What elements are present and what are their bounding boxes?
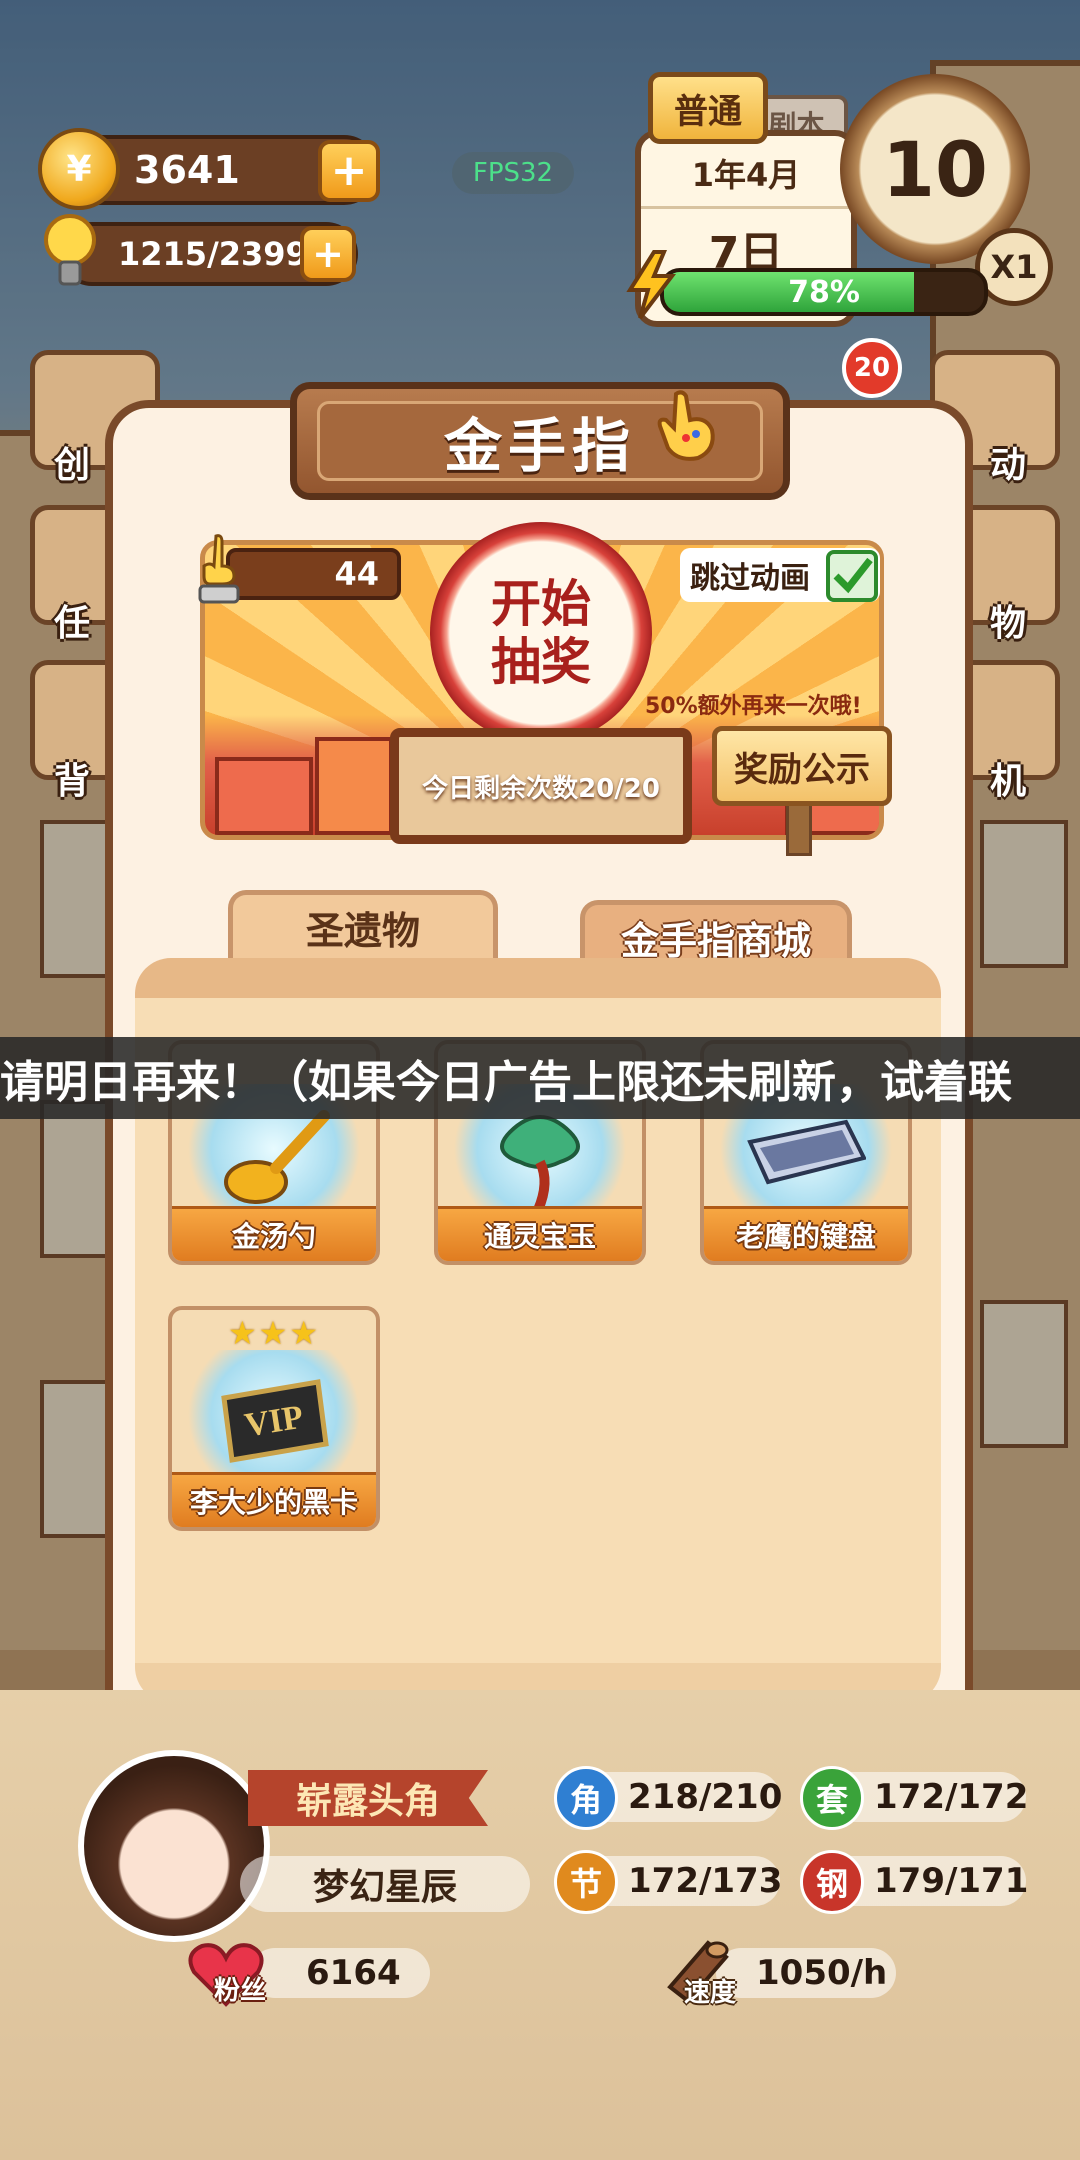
- notification-badge: 20: [842, 338, 902, 398]
- golden-finger-icon: [657, 390, 715, 461]
- stamina-percent: 78%: [788, 274, 860, 310]
- vip-card-icon: VIP: [221, 1379, 329, 1463]
- coin-symbol: ¥: [66, 148, 92, 190]
- plus-icon: +: [312, 232, 344, 276]
- bonus-note: 50%额外再来一次哦!: [645, 694, 862, 719]
- stat-value: 218/210: [628, 1777, 783, 1817]
- avatar[interactable]: [78, 1750, 270, 1942]
- stat-value: 172/173: [628, 1861, 783, 1901]
- fps-indicator: FPS32: [452, 152, 574, 194]
- coin-icon: ¥: [38, 128, 120, 210]
- item-name: 李大少的黑卡: [172, 1472, 376, 1527]
- rarity-stars: ★★★: [227, 1314, 321, 1352]
- mode-tag[interactable]: 普通: [648, 72, 768, 144]
- draw-ticket-count: 44: [226, 548, 401, 600]
- set-icon: 套: [800, 1766, 864, 1830]
- remaining-draws: 今日剩余次数20/20: [422, 773, 660, 804]
- stat-script: 钢 179/171: [800, 1850, 1029, 1914]
- stat-value: 179/171: [874, 1861, 1029, 1901]
- add-coins-button[interactable]: +: [318, 140, 380, 202]
- sign-post: [786, 800, 812, 856]
- fans-counter: 6164: [250, 1948, 430, 1998]
- stamina-bar: 78%: [660, 268, 988, 316]
- clock-value: 10: [882, 124, 988, 214]
- reward-list-button[interactable]: 奖励公示: [712, 726, 892, 806]
- skip-animation-label: 跳过动画: [690, 561, 810, 596]
- relic-item-vip-card[interactable]: ★★★ VIP 李大少的黑卡: [168, 1306, 380, 1531]
- script-icon: 钢: [800, 1850, 864, 1914]
- calendar-year-month: 1年4月: [691, 156, 801, 194]
- side-label-tasks: 任: [54, 603, 91, 644]
- rhythm-icon: 节: [554, 1850, 618, 1914]
- toast-message: 请明日再来！（如果今日广告上限还未刷新，试着联: [0, 1037, 1080, 1119]
- start-draw-button[interactable]: 开始 抽奖: [430, 522, 652, 744]
- speed-counter: 1050/h: [716, 1948, 896, 1998]
- stat-rhythm: 节 172/173: [554, 1850, 783, 1914]
- lightbulb-icon: [44, 214, 96, 286]
- add-energy-button[interactable]: +: [300, 226, 356, 282]
- start-draw-line2: 抽奖: [491, 633, 591, 691]
- item-name: 通灵宝玉: [438, 1206, 642, 1261]
- coin-value: 3641: [134, 148, 240, 192]
- player-name: 梦幻星辰: [240, 1856, 530, 1912]
- tab-relics[interactable]: 圣遗物: [228, 890, 498, 960]
- item-name: 金汤勺: [172, 1206, 376, 1261]
- stat-acting: 角 218/210: [554, 1766, 783, 1830]
- stat-set: 套 172/172: [800, 1766, 1029, 1830]
- rank-banner: 崭露头角: [248, 1770, 488, 1826]
- side-label-shop: 物: [990, 603, 1027, 644]
- gift-box: [315, 737, 393, 835]
- side-label-activity: 动: [990, 445, 1027, 486]
- fans-label: 粉丝: [214, 1976, 267, 2006]
- lightning-icon: [626, 250, 677, 320]
- stat-value: 172/172: [874, 1777, 1029, 1817]
- side-label-phone: 机: [990, 761, 1027, 802]
- side-label-bag: 背: [54, 761, 91, 802]
- energy-value: 1215/2399: [118, 235, 308, 273]
- acting-icon: 角: [554, 1766, 618, 1830]
- fans-value: 6164: [306, 1953, 401, 1993]
- start-draw-line1: 开始: [491, 575, 591, 633]
- finger-trophy-icon: [198, 534, 240, 604]
- speed-value: 1050/h: [756, 1953, 888, 1993]
- item-name: 老鹰的键盘: [704, 1206, 908, 1261]
- speed-label: 速度: [684, 1978, 737, 2008]
- checkmark-icon[interactable]: [826, 550, 878, 602]
- gift-box: [215, 757, 313, 835]
- side-label-create: 创: [54, 445, 91, 486]
- remaining-draws-tray: 今日剩余次数20/20: [390, 728, 692, 844]
- plus-icon: +: [330, 145, 368, 196]
